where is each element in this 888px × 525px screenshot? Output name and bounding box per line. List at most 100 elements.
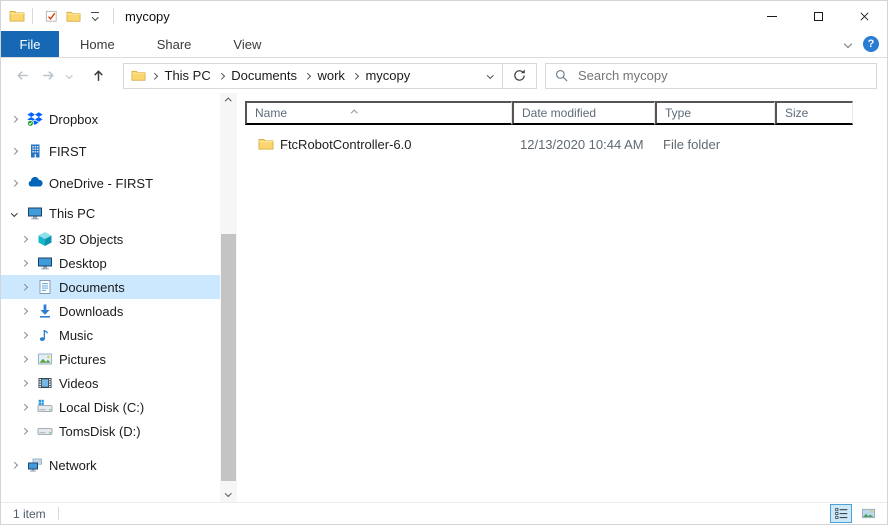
minimize-icon xyxy=(767,16,777,17)
breadcrumb-separator-icon xyxy=(151,73,157,79)
scroll-up-button[interactable] xyxy=(220,93,237,110)
column-header-type[interactable]: Type xyxy=(655,101,775,125)
breadcrumb-this-pc[interactable]: This PC xyxy=(163,68,213,83)
dropbox-icon xyxy=(27,111,43,127)
column-header-date-modified[interactable]: Date modified xyxy=(512,101,655,125)
expand-chevron-icon[interactable] xyxy=(9,463,19,468)
collapse-ribbon-button[interactable] xyxy=(843,39,853,49)
expand-chevron-icon[interactable] xyxy=(19,261,29,266)
sidebar-item-this-pc[interactable]: This PC xyxy=(1,199,220,227)
column-headers: Name Date modified Type Size xyxy=(245,101,888,125)
back-arrow-icon xyxy=(14,67,31,84)
scrollbar-thumb[interactable] xyxy=(221,234,236,481)
breadcrumb-mycopy[interactable]: mycopy xyxy=(363,68,412,83)
recent-locations-button[interactable] xyxy=(61,63,77,89)
sidebar-scrollbar[interactable] xyxy=(220,93,237,502)
breadcrumb-work[interactable]: work xyxy=(315,68,346,83)
expand-chevron-icon[interactable] xyxy=(19,333,29,338)
sidebar-item-pictures[interactable]: Pictures xyxy=(1,347,220,371)
download-arrow-icon xyxy=(37,303,53,319)
sidebar-item-desktop[interactable]: Desktop xyxy=(1,251,220,275)
ribbon-tab-row: File Home Share View ? xyxy=(1,31,887,58)
address-history-dropdown[interactable] xyxy=(484,71,497,80)
back-button[interactable] xyxy=(9,63,35,89)
expand-chevron-icon[interactable] xyxy=(9,117,19,122)
tab-home[interactable]: Home xyxy=(59,31,136,57)
file-name: FtcRobotController-6.0 xyxy=(280,137,412,152)
file-row-ftcrobotcontroller[interactable]: FtcRobotController-6.0 12/13/2020 10:44 … xyxy=(245,133,888,155)
minimize-button[interactable] xyxy=(749,1,795,31)
refresh-icon xyxy=(512,68,527,83)
titlebar-separator xyxy=(113,8,114,24)
up-arrow-icon xyxy=(90,67,107,84)
breadcrumb-separator-icon xyxy=(352,73,358,79)
system-drive-icon xyxy=(37,399,53,415)
qat-new-folder-button[interactable] xyxy=(62,5,84,27)
help-button[interactable]: ? xyxy=(863,36,879,52)
expand-chevron-icon[interactable] xyxy=(19,285,29,290)
tab-view[interactable]: View xyxy=(212,31,282,57)
window-controls xyxy=(749,1,887,31)
breadcrumb-documents[interactable]: Documents xyxy=(229,68,299,83)
expand-chevron-icon[interactable] xyxy=(19,357,29,362)
expand-chevron-icon[interactable] xyxy=(19,309,29,314)
column-header-size[interactable]: Size xyxy=(775,101,853,125)
sidebar-item-onedrive-first[interactable]: OneDrive - FIRST xyxy=(1,167,220,199)
sidebar-item-music[interactable]: Music xyxy=(1,323,220,347)
scroll-down-button[interactable] xyxy=(220,485,237,502)
checkmark-icon xyxy=(44,9,59,24)
toolbar-dropdown-icon xyxy=(91,12,99,20)
up-button[interactable] xyxy=(85,63,111,89)
qat-properties-button[interactable] xyxy=(40,5,62,27)
view-toggles xyxy=(830,504,879,523)
titlebar-separator xyxy=(32,8,33,24)
maximize-icon xyxy=(814,12,823,21)
status-bar: 1 item xyxy=(1,502,887,524)
sidebar-item-dropbox[interactable]: Dropbox xyxy=(1,103,220,135)
qat-customize-dropdown[interactable] xyxy=(84,5,106,27)
forward-arrow-icon xyxy=(40,67,57,84)
large-icons-view-button[interactable] xyxy=(857,504,879,523)
search-icon xyxy=(554,68,569,83)
sidebar-item-first[interactable]: FIRST xyxy=(1,135,220,167)
expand-chevron-icon[interactable] xyxy=(19,405,29,410)
tab-share[interactable]: Share xyxy=(136,31,213,57)
chevron-down-icon xyxy=(225,490,231,496)
close-button[interactable] xyxy=(841,1,887,31)
expand-chevron-icon[interactable] xyxy=(9,149,19,154)
computer-icon xyxy=(27,205,43,221)
expand-chevron-icon[interactable] xyxy=(19,237,29,242)
app-folder-icon xyxy=(9,8,25,24)
folder-icon xyxy=(66,9,81,24)
file-size xyxy=(775,133,853,155)
item-count: 1 item xyxy=(13,507,46,521)
title-bar: mycopy xyxy=(1,1,887,31)
details-view-button[interactable] xyxy=(830,504,852,523)
expand-chevron-icon[interactable] xyxy=(19,429,29,434)
sidebar-item-local-disk-c[interactable]: Local Disk (C:) xyxy=(1,395,220,419)
sidebar-item-documents[interactable]: Documents xyxy=(1,275,220,299)
collapse-chevron-icon[interactable] xyxy=(9,211,19,216)
chevron-up-icon xyxy=(225,98,231,104)
search-input[interactable] xyxy=(578,68,868,83)
forward-button[interactable] xyxy=(35,63,61,89)
main-area: Dropbox FIRST OneDrive - FIRST This PC 3 xyxy=(1,93,887,502)
refresh-button[interactable] xyxy=(503,63,537,89)
sidebar-item-downloads[interactable]: Downloads xyxy=(1,299,220,323)
expand-chevron-icon[interactable] xyxy=(19,381,29,386)
tab-file[interactable]: File xyxy=(1,31,59,57)
sidebar-item-videos[interactable]: Videos xyxy=(1,371,220,395)
sidebar-item-network[interactable]: Network xyxy=(1,451,220,479)
file-type: File folder xyxy=(655,133,775,155)
maximize-button[interactable] xyxy=(795,1,841,31)
sidebar-item-3d-objects[interactable]: 3D Objects xyxy=(1,227,220,251)
folder-icon xyxy=(131,68,146,83)
expand-chevron-icon[interactable] xyxy=(9,181,19,186)
address-bar[interactable]: This PC Documents work mycopy xyxy=(123,63,503,89)
chevron-down-icon xyxy=(66,72,72,78)
document-icon xyxy=(37,279,53,295)
3d-cube-icon xyxy=(37,231,53,247)
file-date-modified: 12/13/2020 10:44 AM xyxy=(512,133,655,155)
column-header-name[interactable]: Name xyxy=(245,101,512,125)
sidebar-item-tomsdisk-d[interactable]: TomsDisk (D:) xyxy=(1,419,220,443)
